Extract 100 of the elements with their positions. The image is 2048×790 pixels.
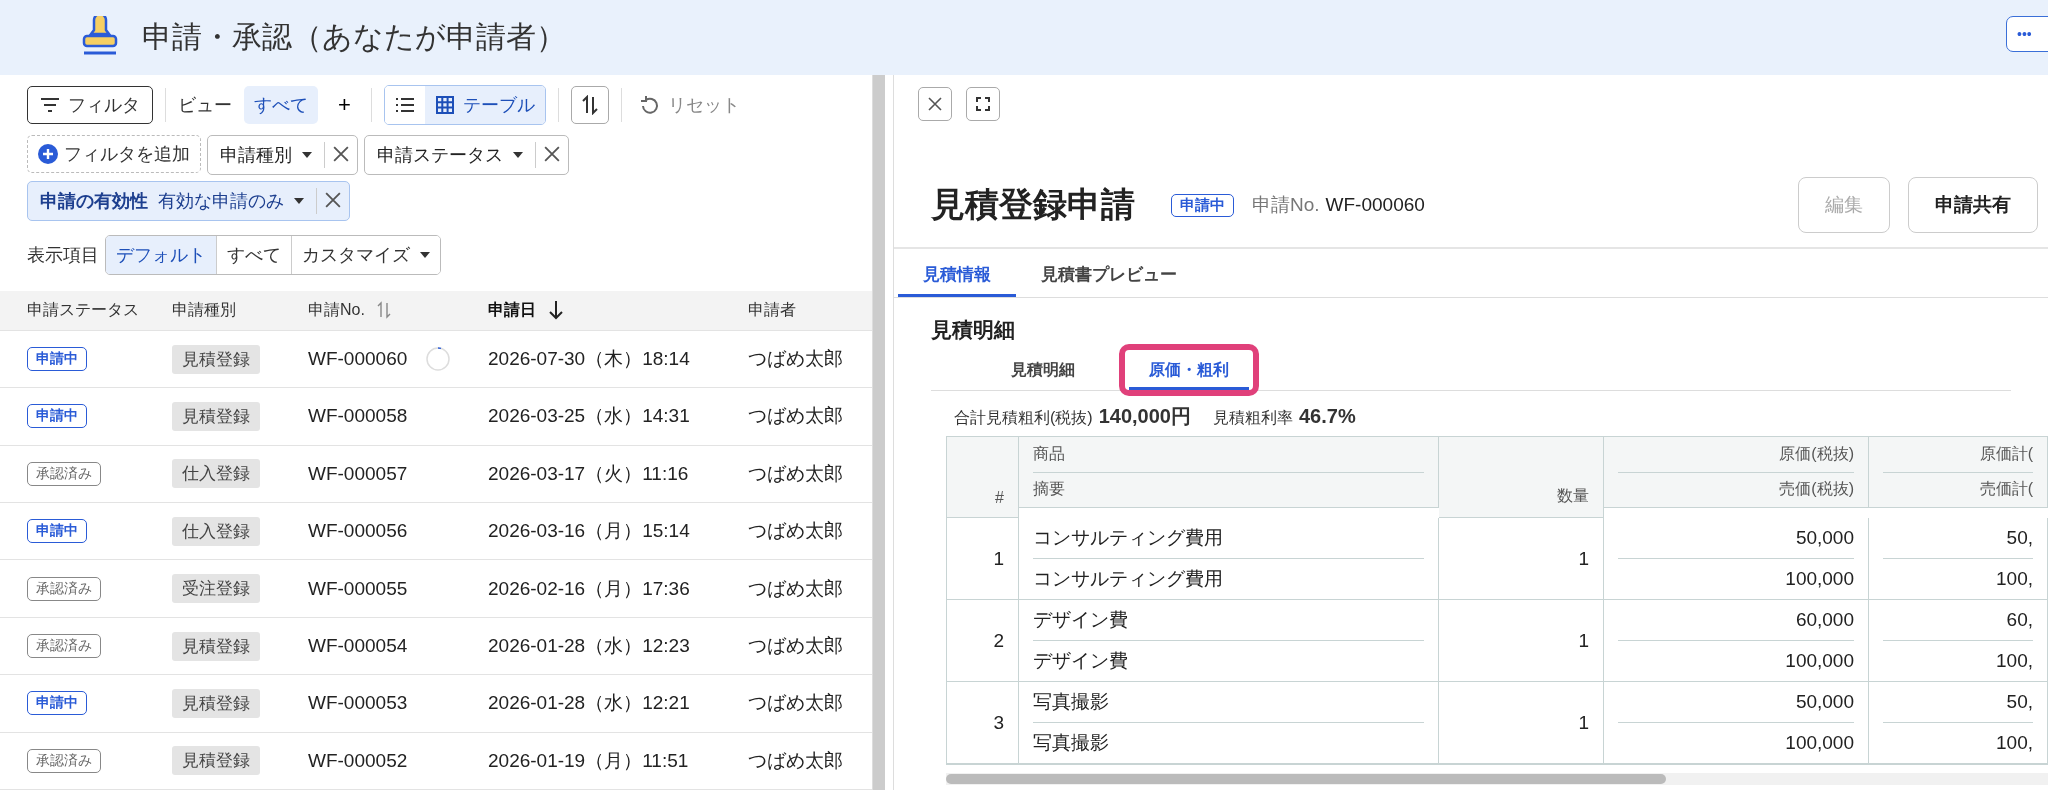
- caret-icon: [513, 152, 523, 158]
- sort-down-icon[interactable]: [548, 300, 564, 321]
- table-cell: 50,: [2006, 527, 2033, 549]
- sort-button[interactable]: [570, 86, 609, 124]
- table-cell: 100,000: [1785, 732, 1854, 754]
- column-header: 数量: [1557, 486, 1589, 506]
- close-icon: [333, 145, 349, 162]
- expand-button[interactable]: [966, 87, 1000, 121]
- table-cell-text: コンサルティング費用: [1033, 567, 1223, 591]
- grid-icon: [434, 95, 455, 115]
- table-cell-text: 2026-01-28（水）12:21: [488, 691, 691, 716]
- column-header: #: [995, 489, 1004, 507]
- table-cell-text: つばめ太郎: [748, 634, 844, 659]
- table-cell: WF-000060: [308, 348, 408, 371]
- number-value: WF-000060: [1325, 194, 1425, 216]
- action-button[interactable]: 申請共有: [1908, 177, 2038, 233]
- page-title: 申請・承認（あなたが申請者）: [142, 19, 566, 55]
- column-header: 原価(税抜): [1779, 443, 1854, 464]
- section-title: 見積明細: [930, 317, 1016, 343]
- column-header[interactable]: 申請ステータス: [27, 299, 139, 321]
- table-cell-text: つばめ太郎: [748, 404, 844, 429]
- caret-icon: [420, 252, 430, 258]
- scrollbar[interactable]: [872, 75, 885, 790]
- table-view-button[interactable]: テーブル: [424, 86, 545, 124]
- table-cell: 100,: [1996, 732, 2033, 754]
- table-cell-text: 2026-01-28（水）12:23: [488, 634, 691, 659]
- filter-dropdown[interactable]: 申請種別: [208, 136, 324, 174]
- table-cell: 50,: [2006, 691, 2033, 713]
- table-cell: 1: [1578, 711, 1589, 734]
- column-header: 摘要: [1033, 479, 1065, 500]
- scrollbar-thumb[interactable]: [946, 774, 1666, 784]
- expand-icon: [976, 97, 990, 111]
- table-cell-text: つばめ太郎: [748, 461, 844, 486]
- close-icon: [544, 145, 560, 162]
- close-icon: [325, 191, 341, 208]
- table-cell-text: 写真撮影: [1033, 731, 1109, 755]
- table-cell-text: つばめ太郎: [748, 691, 844, 716]
- row-number: 1: [993, 547, 1004, 570]
- loading-spinner-icon: [425, 346, 452, 373]
- filter-dropdown[interactable]: 申請ステータス: [365, 136, 535, 174]
- summary-value: 46.7%: [1298, 405, 1356, 428]
- type-tag: 仕入登録: [172, 459, 260, 489]
- display-option[interactable]: デフォルト: [106, 236, 216, 274]
- type-tag: 見積登録: [172, 401, 260, 431]
- column-header[interactable]: 申請No.: [308, 299, 365, 321]
- add-filter-button[interactable]: フィルタを追加: [27, 135, 201, 173]
- view-tab[interactable]: すべて: [244, 86, 318, 124]
- table-cell: 1: [1578, 629, 1589, 652]
- status-badge: 申請中: [1171, 193, 1234, 217]
- table-cell: WF-000058: [308, 405, 408, 428]
- table-cell: WF-000056: [308, 520, 408, 543]
- view-label: ビュー: [178, 94, 232, 117]
- table-cell-text: 2026-01-19（月）11:51: [488, 748, 690, 773]
- column-header[interactable]: 申請者: [748, 299, 796, 321]
- table-cell: 50,000: [1795, 527, 1854, 549]
- close-icon: [928, 97, 942, 111]
- column-header: 原価計(: [1979, 443, 2033, 464]
- filter-dropdown[interactable]: 申請の有効性 有効な申請のみ: [28, 182, 316, 220]
- summary-label: 合計見積粗利(税抜): [954, 408, 1093, 428]
- table-cell: 1: [1578, 547, 1589, 570]
- table-cell-text: つばめ太郎: [748, 576, 844, 601]
- sub-tab[interactable]: 原価・粗利: [1129, 350, 1249, 390]
- table-cell-text: 2026-03-25（水）14:31: [488, 404, 691, 429]
- table-cell-text: 2026-03-16（月）15:14: [488, 519, 691, 544]
- table-cell-text: 2026-03-17（火）11:16: [488, 461, 690, 486]
- sub-tab[interactable]: 見積明細: [991, 350, 1095, 390]
- status-badge: 申請中: [27, 519, 87, 544]
- table-cell-text: デザイン費: [1033, 608, 1128, 632]
- table-cell-text: 2026-07-30（木）18:14: [488, 347, 691, 372]
- table-cell-text: コンサルティング費用: [1033, 526, 1223, 550]
- status-badge: 申請中: [27, 347, 87, 372]
- table-cell: WF-000057: [308, 462, 408, 485]
- status-badge: 承認済み: [27, 748, 101, 773]
- sort-icon[interactable]: [376, 301, 391, 320]
- status-badge: 承認済み: [27, 634, 101, 659]
- row-number: 2: [993, 629, 1004, 652]
- table-cell-text: 2026-02-16（月）17:36: [488, 576, 691, 601]
- close-button[interactable]: [918, 87, 952, 121]
- more-button[interactable]: •••: [2006, 16, 2048, 52]
- type-tag: 見積登録: [172, 688, 260, 718]
- table-cell: 60,000: [1795, 609, 1854, 631]
- column-header[interactable]: 申請日: [488, 299, 536, 321]
- plus-icon: [38, 144, 58, 164]
- detail-title: 見積登録申請: [931, 184, 1135, 225]
- table-cell: WF-000052: [308, 749, 408, 772]
- status-badge: 承認済み: [27, 576, 101, 601]
- table-cell: WF-000054: [308, 635, 408, 658]
- table-cell: 100,: [1996, 650, 2033, 672]
- row-number: 3: [993, 711, 1004, 734]
- number-label: 申請No.: [1252, 193, 1320, 217]
- sort-icon: [581, 95, 598, 115]
- status-badge: 申請中: [27, 404, 87, 429]
- display-option[interactable]: カスタマイズ: [291, 236, 440, 274]
- table-cell-text: つばめ太郎: [748, 519, 844, 544]
- table-cell-text: つばめ太郎: [748, 347, 844, 372]
- filter-button[interactable]: フィルタ: [27, 86, 153, 124]
- type-tag: 見積登録: [172, 631, 260, 661]
- table-cell-text: つばめ太郎: [748, 748, 844, 773]
- reset-icon: [639, 95, 660, 115]
- column-header[interactable]: 申請種別: [172, 299, 236, 321]
